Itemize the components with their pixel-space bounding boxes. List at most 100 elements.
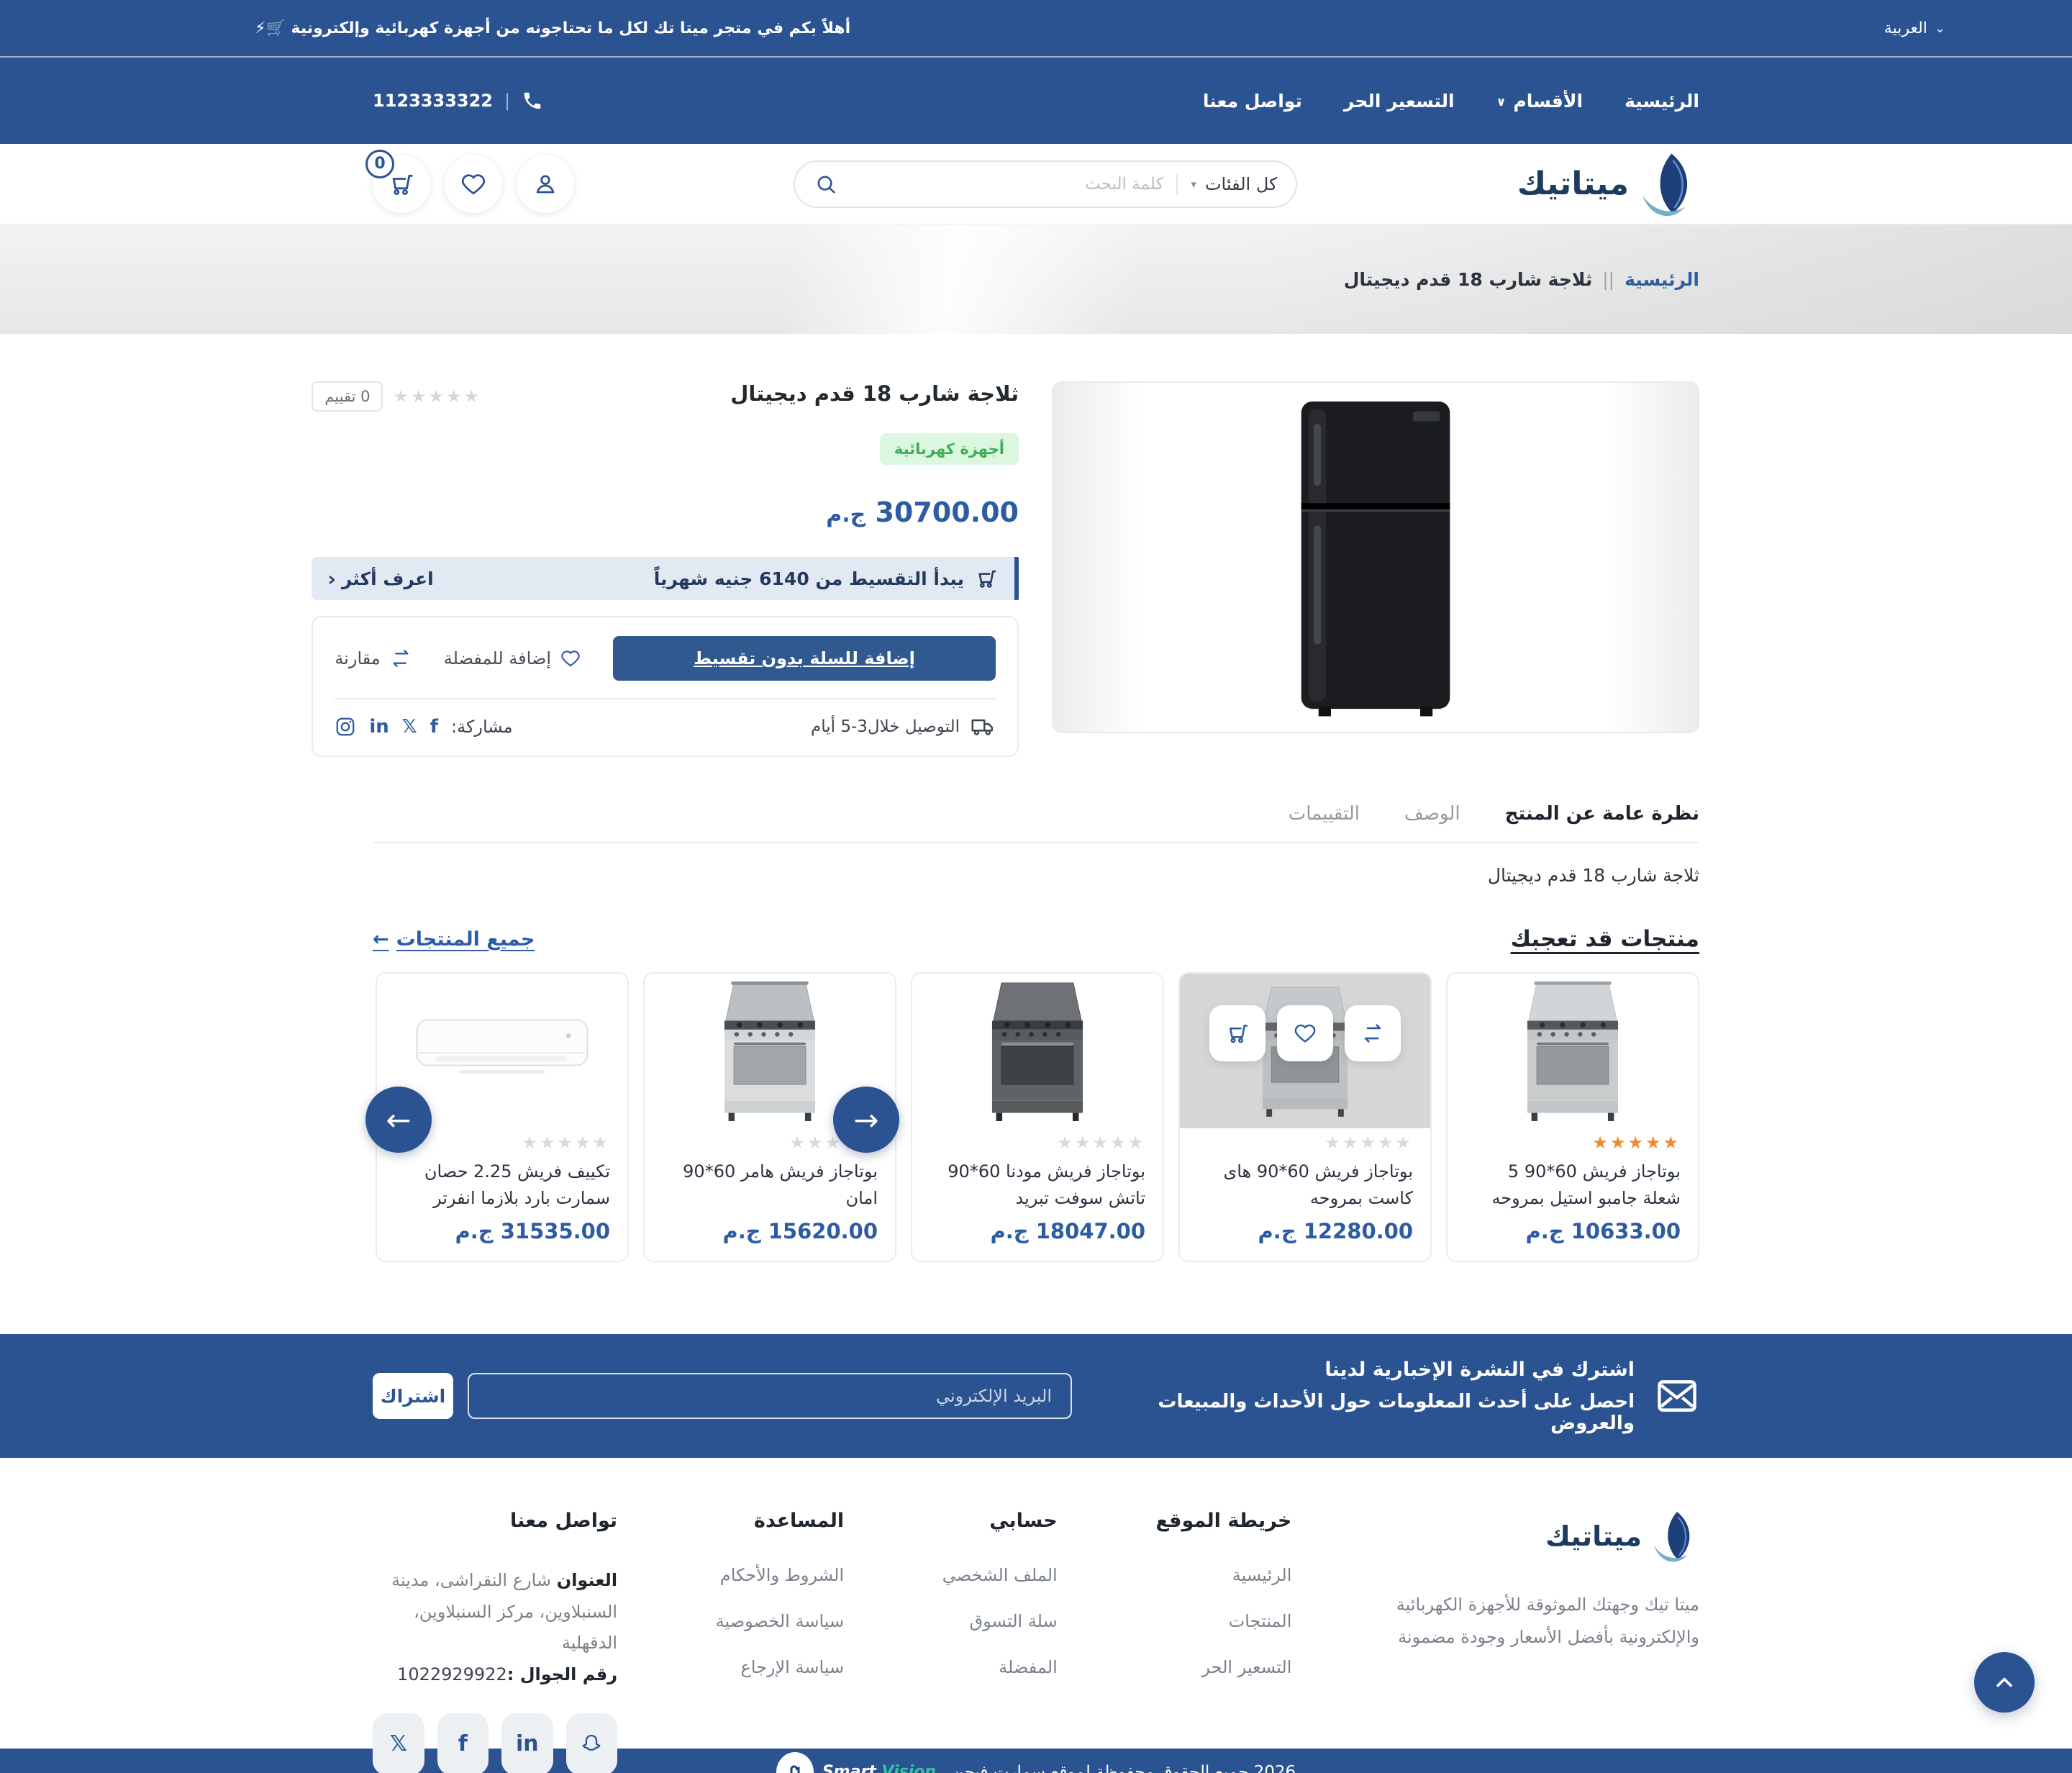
compare-button[interactable]: مقارنة [335,647,412,670]
breadcrumb-separator: || [1602,269,1614,290]
currency-label: ج.م [826,502,865,527]
product-card-name[interactable]: بوتاجاز فريش هامر 60*90 امان [662,1158,878,1212]
divider: | [504,91,510,111]
phone-block[interactable]: | 1123333322 [373,90,543,112]
product-card[interactable]: ★★★★★ بوتاجاز فريش 60*90 هاى كاست بمروحه… [1178,972,1432,1262]
quick-actions [1180,1005,1430,1061]
footer-link-returns[interactable]: سياسة الإرجاع [716,1657,844,1677]
wishlist-button[interactable] [445,155,502,213]
footer-column-title: تواصل معنا [373,1510,617,1532]
search-icon[interactable] [814,172,838,196]
product-price: 30700.00 ج.م [312,496,1019,528]
facebook-icon[interactable]: f [437,1713,489,1773]
footer-link-profile[interactable]: الملف الشخصي [942,1565,1058,1585]
product-image-fridge [1264,395,1487,720]
product-rating: ★★★★★ 0 تقييم [312,381,481,412]
footer-link-products[interactable]: المنتجات [1155,1611,1291,1631]
product-info: ثلاجة شارب 18 قدم ديجيتال ★★★★★ 0 تقييم … [312,381,1019,757]
installment-banner: يبدأ التقسيط من 6140 جنيه شهرياً اعرف أك… [312,557,1019,600]
chevron-up-icon [1991,1669,2017,1695]
tab-description[interactable]: الوصف [1404,803,1460,825]
header-icons: 0 [373,155,574,213]
language-switcher[interactable]: ⌄ العربية [1884,19,1945,37]
footer-contact-column: تواصل معنا العنوان شارع النقراشى، مدينة … [373,1510,617,1773]
currency-label: ج.م [990,1219,1028,1243]
quick-wishlist-button[interactable] [1277,1005,1333,1061]
arrow-left-icon: ← [373,928,389,951]
brand-name: ميتاتيك [1545,1520,1642,1552]
footer-link-home[interactable]: الرئيسية [1155,1565,1291,1585]
truck-icon [970,714,996,740]
share-block: مشاركة: f 𝕏 in [335,716,512,738]
nav-item-home[interactable]: الرئيسية [1625,91,1699,112]
product-card-image[interactable] [912,974,1163,1128]
product-card-image[interactable] [1448,974,1698,1128]
product-image-card[interactable] [1052,381,1699,733]
carousel-prev-button[interactable]: ← [365,1087,432,1153]
tab-overview[interactable]: نظرة عامة عن المنتج [1505,803,1699,825]
nav-item-contact[interactable]: تواصل معنا [1203,91,1302,112]
tab-reviews[interactable]: التقييمات [1289,803,1360,825]
footer-link-privacy[interactable]: سياسة الخصوصية [716,1611,844,1631]
category-badge[interactable]: أجهزة كهربائية [880,433,1019,465]
add-to-cart-button[interactable]: إضافة للسلة بدون تقسيط [613,636,996,681]
footer-account-column: حسابي الملف الشخصي سلة التسوق المفضلة [942,1510,1058,1773]
footer-brand-logo[interactable]: ميتاتيك [1390,1510,1699,1563]
footer-link-free-pricing[interactable]: التسعير الحر [1155,1657,1291,1677]
footer-link-wishlist[interactable]: المفضلة [942,1657,1058,1677]
add-to-wishlist-button[interactable]: إضافة للمفضلة [444,648,581,669]
footer-column-title: المساعدة [716,1510,844,1532]
product-card-name[interactable]: بوتاجاز فريش 60*90 هاى كاست بمروحه [1197,1158,1413,1212]
stars-icon: ★★★★★ [1465,1133,1681,1153]
product-card-name[interactable]: بوتاجاز فريش مودنا 60*90 تاتش سوفت تبريد [930,1158,1145,1212]
carousel-next-button[interactable]: → [833,1087,899,1153]
product-card[interactable]: ★★★★★ بوتاجاز فريش 60*90 5 شعلة جامبو اس… [1446,972,1699,1262]
nav-item-free-pricing[interactable]: التسعير الحر [1344,91,1455,112]
instagram-icon[interactable] [335,716,356,738]
account-button[interactable] [517,155,574,213]
divider [335,698,996,699]
product-section: ثلاجة شارب 18 قدم ديجيتال ★★★★★ 0 تقييم … [373,381,1699,757]
actions-card: إضافة للسلة بدون تقسيط إضافة للمفضلة مق [312,616,1019,757]
product-card-price: 31535.00 ج.م [394,1219,610,1243]
linkedin-icon[interactable]: in [369,716,388,738]
related-title: منتجات قد تعجبك [1511,926,1699,952]
delivery-text: التوصيل خلال3-5 أيام [811,717,960,736]
chevron-down-icon: ▾ [1191,178,1196,191]
subscribe-button[interactable]: اشتراك [373,1373,453,1419]
language-label: العربية [1884,19,1927,37]
product-card-price: 12280.00 ج.م [1197,1219,1413,1243]
product-card-image[interactable] [1180,974,1430,1128]
product-card-name[interactable]: بوتاجاز فريش 60*90 5 شعلة جامبو استيل بم… [1465,1158,1681,1212]
facebook-icon[interactable]: f [430,716,438,738]
learn-more-link[interactable]: اعرف أكثر ‹ [327,567,433,591]
linkedin-icon[interactable]: in [501,1713,553,1773]
quick-compare-button[interactable] [1345,1005,1401,1061]
cart-button[interactable]: 0 [373,155,430,213]
cart-icon [1224,1020,1250,1046]
footer-column-title: خريطة الموقع [1155,1510,1291,1532]
product-card-name[interactable]: تكييف فريش 2.25 حصان سمارت بارد بلازما ا… [394,1158,610,1212]
x-icon[interactable]: 𝕏 [373,1713,424,1773]
footer-link-terms[interactable]: الشروط والأحكام [716,1565,844,1585]
footer-description: ميتا تيك وجهتك الموثوقة للأجهزة الكهربائ… [1390,1589,1699,1653]
product-title: ثلاجة شارب 18 قدم ديجيتال [730,381,1019,406]
search-bar: كل الفئات ▾ [794,160,1297,208]
brand-logo[interactable]: ميتاتيك [1517,151,1699,217]
search-input[interactable] [851,175,1163,194]
currency-label: ج.م [1258,1219,1296,1243]
nav-item-categories[interactable]: الأقسام ∨ [1496,91,1583,112]
divider [1176,173,1178,195]
product-card[interactable]: ★★★★★ بوتاجاز فريش مودنا 60*90 تاتش سوفت… [911,972,1164,1262]
search-category-select[interactable]: كل الفئات ▾ [1191,174,1277,194]
footer-link-cart[interactable]: سلة التسوق [942,1611,1058,1631]
view-all-link[interactable]: جميع المنتجات ← [373,928,535,951]
quick-add-to-cart-button[interactable] [1209,1005,1266,1061]
newsletter-section: اشترك في النشرة الإخبارية لدينا احصل على… [0,1334,2072,1458]
breadcrumb-home-link[interactable]: الرئيسية [1625,269,1699,290]
scroll-to-top-button[interactable] [1974,1652,2035,1713]
footer-column-title: حسابي [942,1510,1058,1532]
snapchat-icon[interactable] [566,1713,618,1773]
newsletter-email-input[interactable] [468,1373,1072,1419]
x-icon[interactable]: 𝕏 [402,716,417,738]
